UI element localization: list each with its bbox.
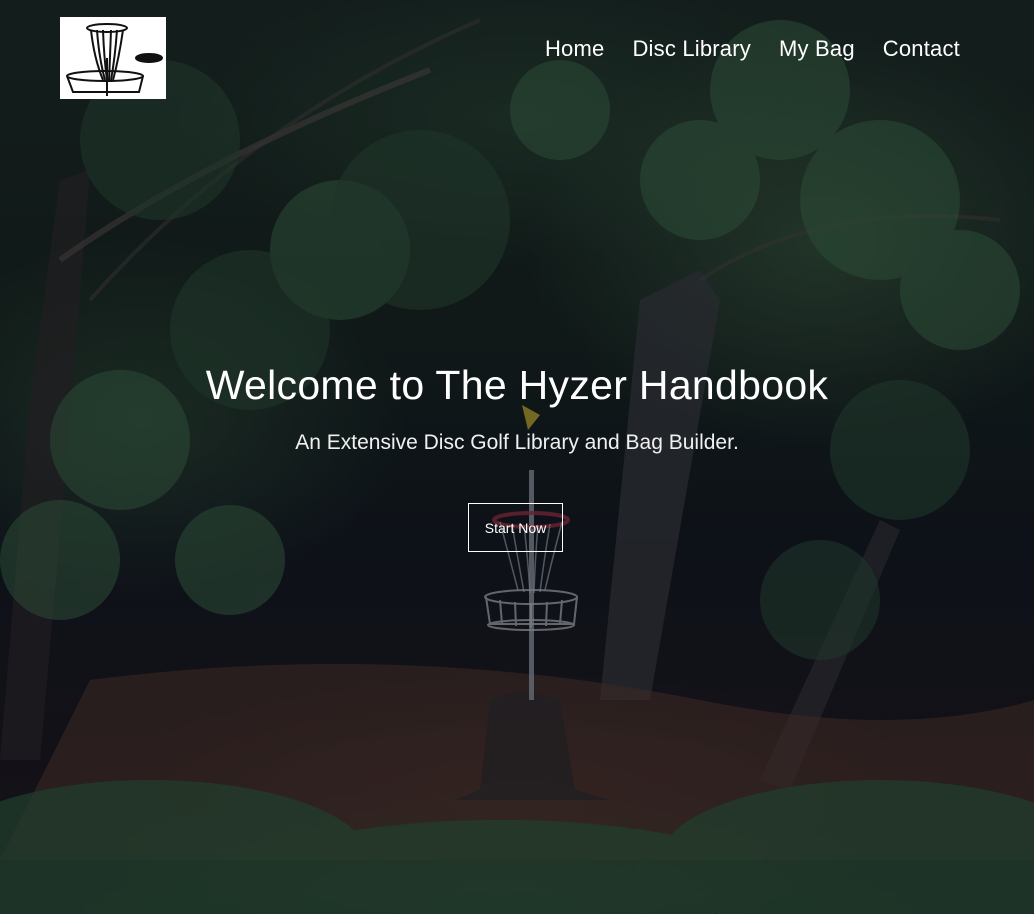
hero-dark-overlay	[0, 0, 1034, 914]
main-nav: Home Disc Library My Bag Contact	[545, 36, 960, 62]
hero-subtitle: An Extensive Disc Golf Library and Bag B…	[295, 431, 739, 454]
hero-title: Welcome to The Hyzer Handbook	[205, 362, 829, 408]
nav-my-bag[interactable]: My Bag	[779, 36, 855, 62]
start-now-button[interactable]: Start Now	[468, 503, 563, 552]
nav-contact[interactable]: Contact	[883, 36, 960, 62]
disc-golf-basket-icon	[66, 23, 163, 96]
site-logo[interactable]	[60, 17, 166, 99]
nav-home[interactable]: Home	[545, 36, 605, 62]
hero-content: Welcome to The Hyzer Handbook An Extensi…	[0, 362, 1034, 455]
nav-disc-library[interactable]: Disc Library	[632, 36, 751, 62]
hero-section: Home Disc Library My Bag Contact Welcome…	[0, 0, 1034, 914]
